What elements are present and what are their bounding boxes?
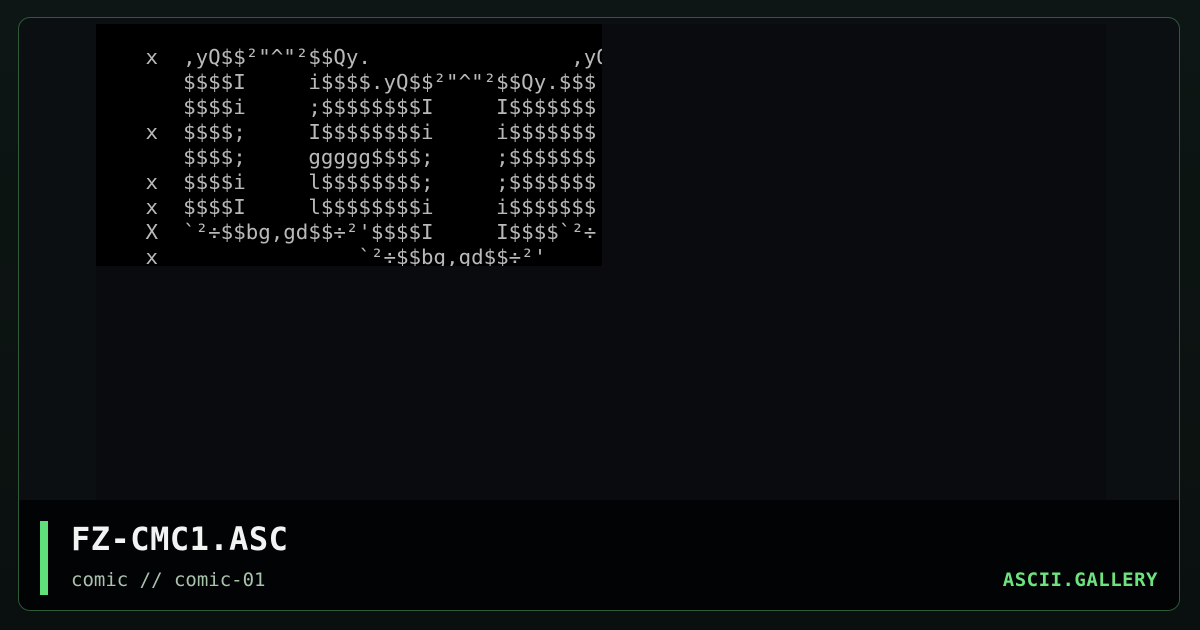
art-line: $$$$i ;$$$$$$$$I I$$$$$$$ — [108, 95, 597, 119]
art-line: $$$$; ggggg$$$$; ;$$$$$$$ — [108, 145, 597, 169]
accent-bar — [40, 521, 48, 595]
art-line: x $$$$I l$$$$$$$$i i$$$$$$$ — [108, 195, 597, 219]
footer-bar: FZ-CMC1.ASC comic // comic-01 ASCII.GALL… — [19, 500, 1179, 610]
art-line: x ,yQ$$²"^"²$$Qy. ,yQ — [108, 45, 602, 69]
ascii-art-block: x ,yQ$$²"^"²$$Qy. ,yQ $$$$I i$$$$.yQ$$²"… — [96, 24, 602, 266]
art-line: x $$$$; I$$$$$$$$i i$$$$$$$ — [108, 120, 597, 144]
art-line: X `²÷$$bg,gd$$÷²'$$$$I I$$$$`²÷ — [108, 220, 597, 244]
artwork-canvas: x ,yQ$$²"^"²$$Qy. ,yQ $$$$I i$$$$.yQ$$²"… — [96, 24, 1106, 514]
file-title: FZ-CMC1.ASC — [71, 520, 289, 558]
site-brand: ASCII.GALLERY — [1002, 569, 1158, 591]
art-line: x $$$$i l$$$$$$$$; ;$$$$$$$ — [108, 170, 597, 194]
card-frame: x ,yQ$$²"^"²$$Qy. ,yQ $$$$I i$$$$.yQ$$²"… — [18, 17, 1180, 611]
file-category: comic // comic-01 — [71, 569, 266, 591]
page: x ,yQ$$²"^"²$$Qy. ,yQ $$$$I i$$$$.yQ$$²"… — [0, 0, 1200, 630]
art-line: $$$$I i$$$$.yQ$$²"^"²$$Qy.$$$ — [108, 70, 597, 94]
art-line: x `²÷$$bg,gd$$÷²' — [108, 245, 547, 266]
ascii-art-text: x ,yQ$$²"^"²$$Qy. ,yQ $$$$I i$$$$.yQ$$²"… — [108, 45, 602, 266]
